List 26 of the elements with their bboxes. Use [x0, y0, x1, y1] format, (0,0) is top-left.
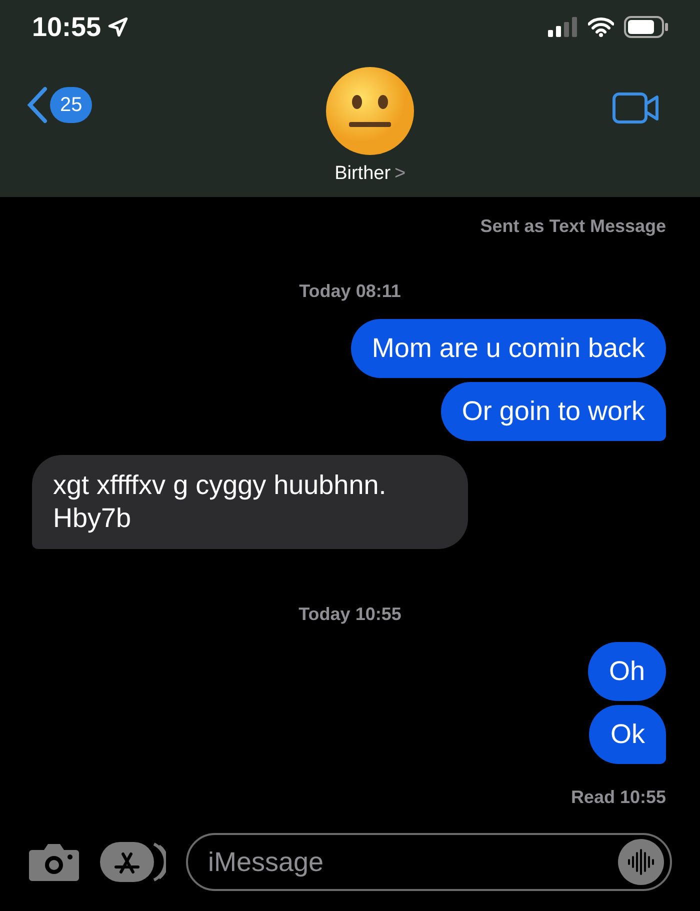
- sent-message-bubble: Mom are u comin back: [350, 319, 666, 378]
- delivery-status: Sent as Text Message: [480, 215, 666, 238]
- message-field[interactable]: iMessage: [186, 833, 672, 891]
- back-button[interactable]: 25: [26, 86, 92, 124]
- back-chevron-icon: [26, 86, 48, 124]
- status-time: 10:55: [32, 10, 102, 44]
- video-call-button[interactable]: [612, 92, 660, 124]
- app-store-icon[interactable]: [100, 840, 166, 884]
- sent-message-bubble: Ok: [589, 705, 666, 764]
- contact-name-button[interactable]: Birther >: [334, 160, 406, 188]
- signal-icon: [548, 17, 578, 37]
- battery-icon: [624, 16, 668, 38]
- audio-waveform-icon[interactable]: [618, 839, 664, 885]
- sent-message-bubble: Or goin to work: [440, 382, 666, 441]
- camera-icon[interactable]: [28, 842, 80, 882]
- received-message-bubble: xgt xffffxv g cyggy huubhnn. Hby7b: [32, 455, 468, 549]
- neutral-face-icon: [325, 66, 416, 156]
- message-input[interactable]: iMessage: [208, 842, 618, 882]
- timestamp: Today 08:11: [299, 280, 401, 303]
- video-camera-icon: [612, 92, 660, 124]
- wifi-icon: [588, 17, 614, 37]
- unread-count-badge: 25: [50, 87, 92, 123]
- timestamp: Today 10:55: [298, 603, 402, 626]
- sent-message-bubble: Oh: [588, 642, 666, 701]
- location-arrow-icon: [107, 16, 130, 38]
- delivery-status: Read 10:55: [570, 786, 666, 809]
